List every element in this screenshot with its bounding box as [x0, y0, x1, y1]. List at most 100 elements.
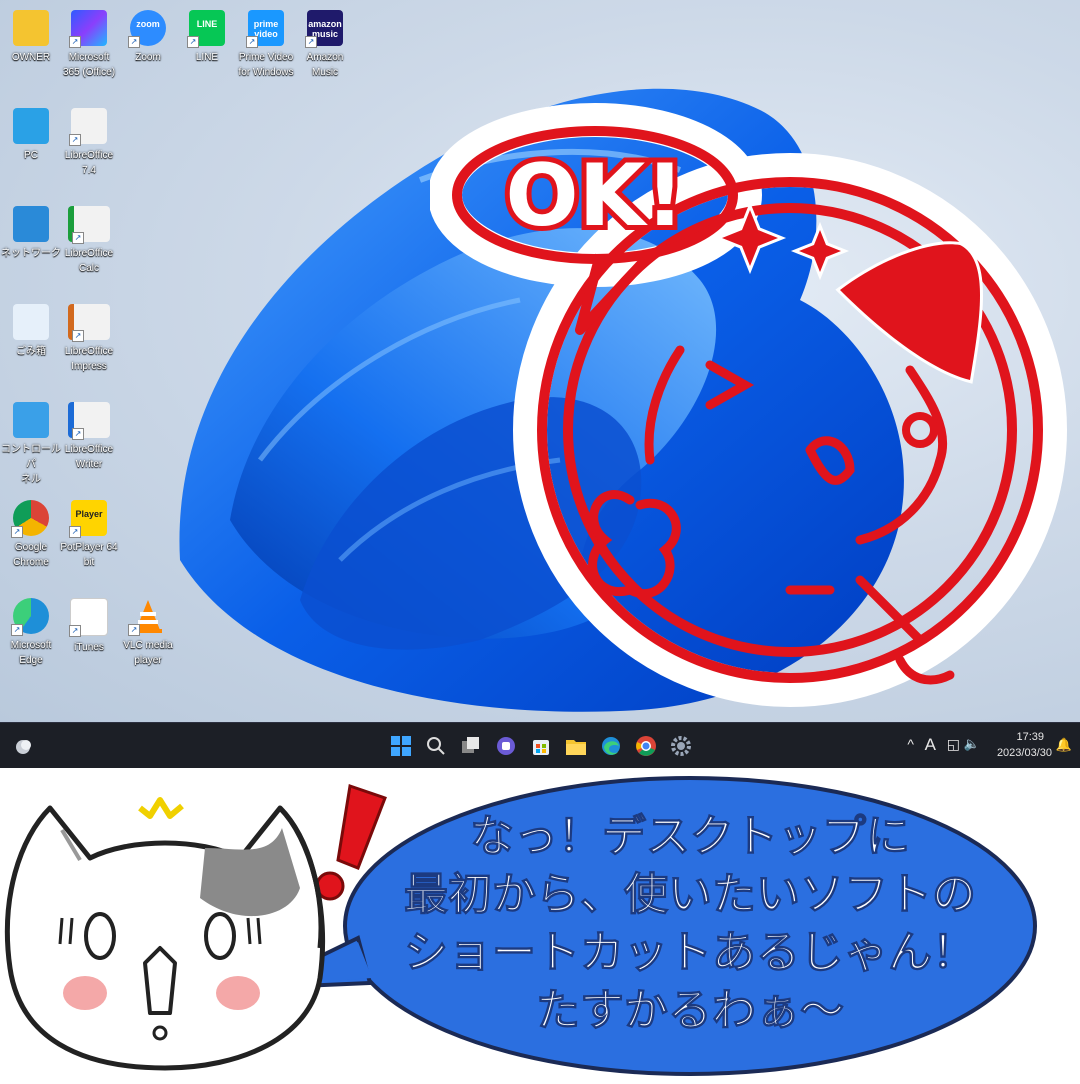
search-icon[interactable]	[425, 735, 447, 757]
desktop-shortcut-label: LibreOffice Writer	[64, 444, 114, 470]
volume-icon[interactable]: 🔈	[964, 736, 980, 752]
desktop-shortcut-label: LibreOffice Calc	[64, 248, 114, 274]
libreoffice-calc-icon: ↗	[68, 206, 110, 244]
ok-stamp-text: OK!	[506, 146, 685, 246]
icon-logo-text: LINE	[196, 19, 218, 29]
desktop-shortcut[interactable]: ↗ VLC media player	[117, 598, 179, 668]
shortcut-arrow-icon: ↗	[69, 36, 81, 48]
desktop-shortcut[interactable]: ↗ Microsoft Edge	[0, 598, 62, 668]
speech-line: なっ！デスクトップに	[470, 811, 911, 863]
desktop-shortcut-label: VLC media player	[123, 640, 173, 666]
potplayer-icon: Player ↗	[69, 500, 107, 538]
shortcut-arrow-icon: ↗	[246, 36, 258, 48]
desktop-shortcut[interactable]: prime video ↗ Prime Video for Windows	[235, 10, 297, 80]
clock-date[interactable]: 2023/03/30	[997, 747, 1052, 759]
desktop-shortcut-label: ネットワーク	[1, 248, 61, 259]
file-explorer-icon[interactable]	[565, 735, 587, 757]
teams-chat-icon[interactable]	[495, 735, 517, 757]
chrome-icon: ↗	[11, 500, 49, 538]
speech-line: たすかるわぁ〜	[536, 985, 845, 1037]
edge-icon: ↗	[11, 598, 49, 636]
pc-icon	[13, 108, 49, 144]
shortcut-arrow-icon: ↗	[72, 232, 84, 244]
surprise-mark-icon	[138, 797, 184, 819]
shortcut-arrow-icon: ↗	[187, 36, 199, 48]
desktop-shortcut-label: PotPlayer 64 bit	[60, 542, 118, 568]
shortcut-arrow-icon: ↗	[72, 428, 84, 440]
zoom-icon: zoom ↗	[128, 10, 166, 48]
clock-time[interactable]: 17:39	[1016, 731, 1044, 743]
folder-icon	[13, 10, 49, 46]
desktop-shortcut-label: Microsoft 365 (Office)	[62, 52, 116, 78]
desktop-shortcut[interactable]: zoom ↗ Zoom	[117, 10, 179, 65]
desktop-shortcut[interactable]: ネットワーク	[0, 206, 62, 261]
desktop-shortcut[interactable]: ↗ Google Chrome	[0, 500, 62, 570]
control-panel-icon	[13, 402, 49, 438]
itunes-icon: ↗	[69, 598, 108, 637]
desktop-shortcut-label: ごみ箱	[16, 346, 46, 357]
desktop-shortcut-label: Zoom	[135, 52, 161, 63]
edge-icon[interactable]	[600, 735, 622, 757]
desktop-shortcut-label: LibreOffice Impress	[64, 346, 114, 372]
recycle-bin-icon	[13, 304, 49, 340]
ok-stamp: OK!	[430, 103, 1067, 707]
network-icon	[13, 206, 49, 242]
notification-icon[interactable]: 🔔	[1056, 737, 1072, 753]
amazon-music-icon: amazon music ↗	[305, 10, 343, 48]
shortcut-arrow-icon: ↗	[11, 624, 23, 636]
icon-logo-text: Player	[75, 509, 103, 519]
store-icon[interactable]	[530, 735, 552, 757]
desktop-shortcut-label: Amazon Music	[306, 52, 344, 78]
desktop-shortcut[interactable]: LINE ↗ LINE	[176, 10, 238, 65]
libreoffice-icon: ↗	[69, 108, 107, 146]
libreoffice-writer-icon: ↗	[68, 402, 110, 440]
shortcut-arrow-icon: ↗	[11, 526, 23, 538]
desktop-shortcut[interactable]: amazon music ↗ Amazon Music	[294, 10, 356, 80]
shortcut-arrow-icon: ↗	[69, 134, 81, 146]
desktop-shortcut[interactable]: Player ↗ PotPlayer 64 bit	[58, 500, 120, 570]
speech-line: 最初から、使いたいソフトの	[404, 869, 977, 921]
start-icon[interactable]	[390, 735, 412, 757]
desktop: OWNER ↗ Microsoft 365 (Office) zoom ↗ Zoom LIN…	[0, 0, 1080, 722]
shortcut-arrow-icon: ↗	[305, 36, 317, 48]
desktop-shortcut[interactable]: コントロール パ ネル	[0, 402, 62, 487]
chevron-up-icon[interactable]: ^	[907, 736, 914, 752]
speech-bubble-text: なっ！デスクトップに 最初から、使いたいソフトの ショートカットあるじゃん！ た…	[340, 808, 1040, 1040]
desktop-shortcut-label: OWNER	[11, 52, 51, 63]
cat-character-icon	[4, 805, 326, 1071]
icon-logo-text: prime video	[253, 19, 279, 39]
shortcut-arrow-icon: ↗	[128, 624, 140, 636]
vlc-icon: ↗	[128, 598, 166, 636]
desktop-shortcut[interactable]: ↗ LibreOffice 7.4	[58, 108, 120, 178]
desktop-shortcut-label: iTunes	[74, 642, 104, 653]
speech-line: ショートカットあるじゃん！	[404, 927, 977, 979]
desktop-shortcut[interactable]: ↗ LibreOffice Impress	[58, 304, 120, 374]
chrome-icon[interactable]	[635, 735, 657, 757]
weather-icon[interactable]	[12, 735, 34, 757]
desktop-shortcut-label: Prime Video for Windows	[238, 52, 294, 78]
shortcut-arrow-icon: ↗	[69, 526, 81, 538]
desktop-shortcut-label: LINE	[195, 52, 219, 63]
desktop-shortcut[interactable]: ↗ LibreOffice Calc	[58, 206, 120, 276]
task-view-icon[interactable]	[460, 735, 482, 757]
shortcut-arrow-icon: ↗	[128, 36, 140, 48]
desktop-shortcut[interactable]: ↗ iTunes	[58, 598, 120, 655]
taskbar: ^ A ◱ 🔈 17:39 2023/03/30 🔔	[0, 722, 1080, 769]
shortcut-arrow-icon: ↗	[69, 625, 81, 637]
microsoft-365-icon: ↗	[69, 10, 107, 48]
ime-indicator[interactable]: A	[925, 735, 936, 755]
desktop-shortcut-label: Microsoft Edge	[10, 640, 52, 666]
icon-logo-text: amazon music	[308, 19, 342, 39]
icon-logo-text: zoom	[136, 19, 160, 29]
desktop-shortcut-label: PC	[24, 150, 38, 161]
desktop-shortcut[interactable]: ↗ Microsoft 365 (Office)	[58, 10, 120, 80]
libreoffice-impress-icon: ↗	[68, 304, 110, 342]
desktop-shortcut[interactable]: OWNER	[0, 10, 62, 65]
network-status-icon[interactable]: ◱	[947, 736, 960, 753]
settings-icon[interactable]	[670, 735, 692, 757]
desktop-shortcut[interactable]: ごみ箱	[0, 304, 62, 359]
shortcut-arrow-icon: ↗	[72, 330, 84, 342]
desktop-shortcut[interactable]: ↗ LibreOffice Writer	[58, 402, 120, 472]
desktop-shortcut[interactable]: PC	[0, 108, 62, 163]
desktop-shortcut-label: LibreOffice 7.4	[64, 150, 114, 176]
